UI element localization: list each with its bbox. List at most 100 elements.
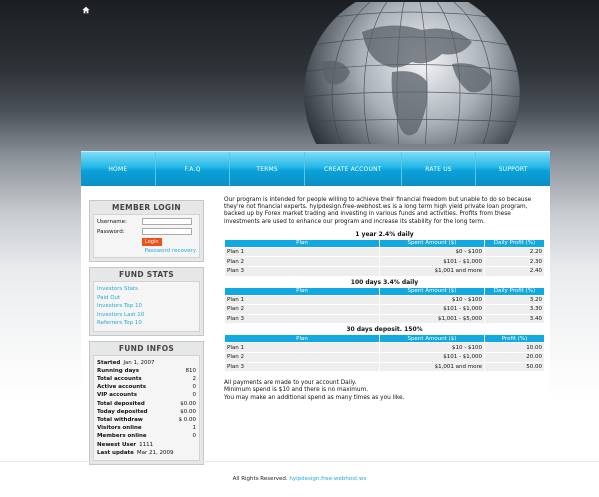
plan-table: Plan Spent Amount ($) Profit (%) Plan 1 $10 …	[224, 334, 545, 373]
table-header: Plan	[224, 238, 380, 248]
table-cell: $101 - $1,000	[379, 256, 485, 267]
table-header: Plan	[224, 286, 380, 296]
intro-text: Our program is intended for people willi…	[224, 197, 532, 225]
footer: All Rights Reserved. hyipdesign.free-web…	[0, 476, 599, 482]
table-cell: $1,001 and more	[379, 266, 485, 277]
table-row: Plan 2 $101 - $1,000 3.30	[224, 304, 545, 315]
plan-table: Plan Spent Amount ($) Daily Profit (%) Plan…	[224, 238, 545, 277]
table-header: Profit (%)	[484, 334, 545, 344]
globe-image	[304, 2, 520, 144]
nav-home[interactable]: HOME	[81, 152, 156, 186]
footer-text: All Rights Reserved.	[232, 476, 288, 482]
plans-container: 1 year 2.4% daily Plan Spent Amount ($) Dai…	[224, 230, 545, 373]
password-recovery-link[interactable]: Password recovery	[97, 248, 196, 254]
footer-divider	[0, 461, 599, 462]
member-login-box: MEMBER LOGIN Username: Password: Login P…	[89, 200, 204, 262]
login-button[interactable]: Login	[142, 238, 162, 246]
fund-stats-box: FUND STATS Investors Stats Paid Out Inve…	[89, 267, 204, 336]
table-cell: 2.30	[484, 256, 545, 267]
fund-infos-title: FUND INFOS	[118, 343, 175, 353]
paid-out-link[interactable]: Paid Out	[97, 294, 196, 303]
referrers-top-10-link[interactable]: Referrers Top 10	[97, 319, 196, 328]
table-cell: 2.40	[484, 266, 545, 277]
note-line: You may make an additional spend as many…	[224, 394, 405, 401]
info-last-update: Last update Mar 21, 2009	[97, 449, 174, 456]
table-cell: 20.00	[484, 351, 545, 363]
plan-title: 1 year 2.4% daily	[355, 230, 414, 238]
note-line: Minimum spend is $10 and there is no max…	[224, 387, 369, 394]
info-row: Total deposited $0.00	[97, 400, 196, 407]
investors-stats-link[interactable]: Investors Stats	[97, 285, 196, 294]
member-login-title: MEMBER LOGIN	[112, 203, 181, 212]
table-cell: Plan 2	[224, 256, 380, 267]
table-header: Spent Amount ($)	[379, 286, 485, 296]
home-icon[interactable]	[82, 6, 90, 14]
password-input[interactable]	[142, 228, 192, 235]
nav-faq[interactable]: F.A.Q	[156, 152, 231, 186]
table-cell: 3.20	[484, 294, 545, 306]
login-form: Username: Password: Login Password recov…	[93, 214, 200, 258]
info-newest-user: Newest User 1111	[97, 441, 154, 448]
info-row: Members online 0	[97, 433, 196, 440]
table-cell: $101 - $1,000	[379, 351, 485, 363]
info-started: Started Jan 1, 2007	[97, 359, 155, 366]
table-cell: 50.00	[484, 361, 545, 373]
info-row: Visitors online 1	[97, 425, 196, 432]
table-cell: Plan 1	[224, 294, 380, 306]
table-row: Plan 1 $10 - $100 3.20	[224, 294, 545, 306]
table-cell: Plan 3	[224, 361, 380, 373]
table-cell: Plan 1	[224, 246, 380, 258]
info-row: Total accounts 2	[97, 375, 196, 382]
table-row: Plan 1 $0 - $100 2.20	[224, 246, 545, 258]
table-cell: $10 - $100	[379, 294, 485, 306]
plan-title: 100 days 3.4% daily	[350, 278, 419, 286]
info-row: VIP accounts 0	[97, 392, 196, 399]
table-cell: Plan 2	[224, 351, 380, 363]
table-cell: $101 - $1,000	[379, 304, 485, 315]
username-input[interactable]	[142, 218, 192, 225]
nav-rate-us[interactable]: RATE US	[402, 152, 477, 186]
plan-title: 30 days deposit. 150%	[346, 326, 423, 334]
footer-link[interactable]: hyipdesign.free-webhost.ws	[289, 476, 366, 482]
nav-create-account[interactable]: CREATE ACCOUNT	[305, 152, 402, 186]
payment-notes: All payments are made to your account Da…	[224, 380, 545, 402]
investors-last-10-link[interactable]: Investors Last 10	[97, 311, 196, 320]
note-line: All payments are made to your account Da…	[224, 380, 357, 387]
plan-table: Plan Spent Amount ($) Daily Profit (%) Plan…	[224, 286, 545, 325]
table-cell: $1,001 - $5,000	[379, 313, 485, 325]
info-row: Total withdraw $ 0.00	[97, 416, 196, 423]
table-cell: 3.30	[484, 304, 545, 315]
table-cell: $0 - $100	[379, 246, 485, 258]
info-row: Today deposited $0.00	[97, 408, 196, 415]
table-cell: Plan 2	[224, 304, 380, 315]
table-header: Daily Profit (%)	[484, 286, 545, 296]
table-cell: Plan 3	[224, 266, 380, 277]
main-column: Our program is intended for people willi…	[224, 197, 545, 402]
table-row: Plan 1 $10 - $100 10.00	[224, 342, 545, 353]
content-area: MEMBER LOGIN Username: Password: Login P…	[81, 186, 550, 465]
table-header: Spent Amount ($)	[379, 238, 485, 248]
fund-stats-title: FUND STATS	[118, 270, 174, 279]
table-row: Plan 2 $101 - $1,000 2.30	[224, 256, 545, 267]
table-row: Plan 3 $1,001 and more 50.00	[224, 361, 545, 373]
nav-support[interactable]: SUPPORT	[476, 152, 550, 186]
nav-terms[interactable]: TERMS	[230, 152, 305, 186]
info-row: Running days 810	[97, 367, 196, 374]
table-cell: 3.40	[484, 313, 545, 325]
fund-infos-box: FUND INFOS Started Jan 1, 2007 Running da…	[89, 340, 204, 465]
table-row: Plan 2 $101 - $1,000 20.00	[224, 351, 545, 363]
table-cell: Plan 1	[224, 342, 380, 353]
table-row: Plan 3 $1,001 - $5,000 3.40	[224, 313, 545, 325]
username-label: Username:	[97, 218, 127, 225]
table-header: Spent Amount ($)	[379, 334, 485, 344]
table-cell: 2.20	[484, 246, 545, 258]
left-sidebar: MEMBER LOGIN Username: Password: Login P…	[89, 186, 204, 470]
table-row: Plan 3 $1,001 and more 2.40	[224, 266, 545, 277]
table-cell: Plan 3	[224, 313, 380, 325]
investors-top-10-link[interactable]: Investors Top 10	[97, 302, 196, 311]
table-header: Plan	[224, 334, 380, 344]
table-cell: 10.00	[484, 342, 545, 353]
info-row: Active accounts 0	[97, 384, 196, 391]
main-nav: HOME F.A.Q TERMS CREATE ACCOUNT RATE US …	[81, 151, 550, 186]
password-label: Password:	[97, 228, 125, 235]
